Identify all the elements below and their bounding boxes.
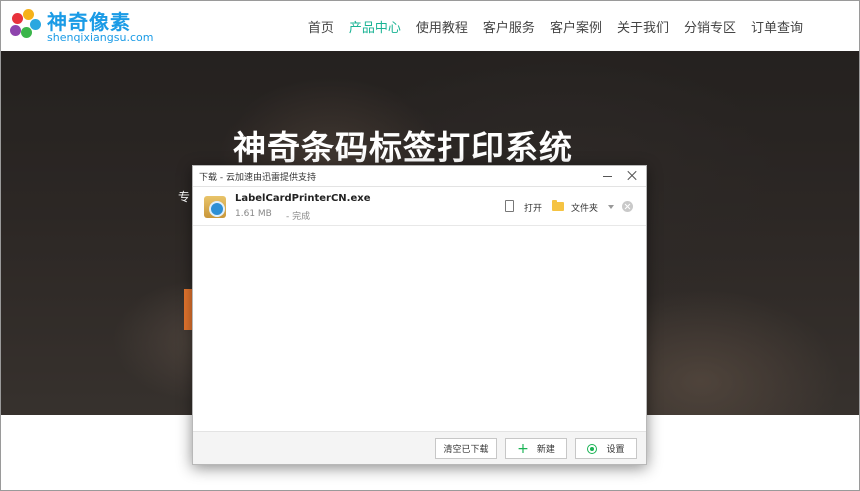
browser-frame: 神奇像素 shenqixiangsu.com 首页 产品中心 使用教程 客户服务… (0, 0, 860, 491)
download-status: - 完成 (286, 212, 311, 222)
clear-downloads-label: 清空已下载 (443, 445, 489, 455)
remove-item-icon[interactable] (622, 201, 633, 212)
chevron-down-icon[interactable] (608, 205, 614, 209)
dialog-titlebar[interactable]: 下载 - 云加速由迅雷提供支持 (193, 166, 646, 187)
folder-icon[interactable] (552, 200, 564, 211)
logo-icon[interactable] (9, 9, 41, 41)
settings-button[interactable]: 设置 (575, 438, 637, 459)
close-icon[interactable] (625, 169, 639, 183)
hero-subtitle: 专 (178, 190, 191, 204)
open-folder-button[interactable]: 文件夹 (571, 201, 598, 214)
nav-tutorials[interactable]: 使用教程 (416, 17, 468, 36)
nav-order-query[interactable]: 订单查询 (751, 17, 803, 36)
new-download-label: 新建 (536, 445, 555, 455)
clear-downloads-button[interactable]: 清空已下载 (435, 438, 497, 459)
download-dialog: 下载 - 云加速由迅雷提供支持 LabelCardPrinterCN.exe 1… (192, 165, 647, 465)
dialog-title: 下载 - 云加速由迅雷提供支持 (199, 173, 316, 183)
nav-distribution[interactable]: 分销专区 (684, 17, 736, 36)
minimize-icon[interactable] (601, 169, 615, 183)
nav-home[interactable]: 首页 (308, 17, 334, 36)
nav-customer-service[interactable]: 客户服务 (483, 17, 535, 36)
nav-about[interactable]: 关于我们 (617, 17, 669, 36)
plus-icon: + (517, 440, 529, 457)
settings-label: 设置 (606, 445, 625, 455)
dialog-footer: 清空已下载 + 新建 设置 (193, 431, 646, 464)
open-file-icon[interactable] (505, 200, 514, 212)
brand-url: shenqixiangsu.com (47, 31, 154, 44)
open-button[interactable]: 打开 (524, 201, 542, 214)
download-item[interactable]: LabelCardPrinterCN.exe 1.61 MB - 完成 打开 文… (193, 187, 646, 226)
hero-title: 神奇条码标签打印系统 (233, 128, 573, 167)
main-nav: 首页 产品中心 使用教程 客户服务 客户案例 关于我们 分销专区 订单查询 (293, 1, 803, 51)
gear-icon (587, 443, 598, 454)
site-header: 神奇像素 shenqixiangsu.com 首页 产品中心 使用教程 客户服务… (1, 1, 859, 51)
exe-file-icon (204, 196, 226, 218)
file-size: 1.61 MB (235, 209, 272, 219)
file-name[interactable]: LabelCardPrinterCN.exe (235, 193, 371, 204)
nav-products[interactable]: 产品中心 (349, 17, 401, 36)
new-download-button[interactable]: + 新建 (505, 438, 567, 459)
nav-cases[interactable]: 客户案例 (550, 17, 602, 36)
